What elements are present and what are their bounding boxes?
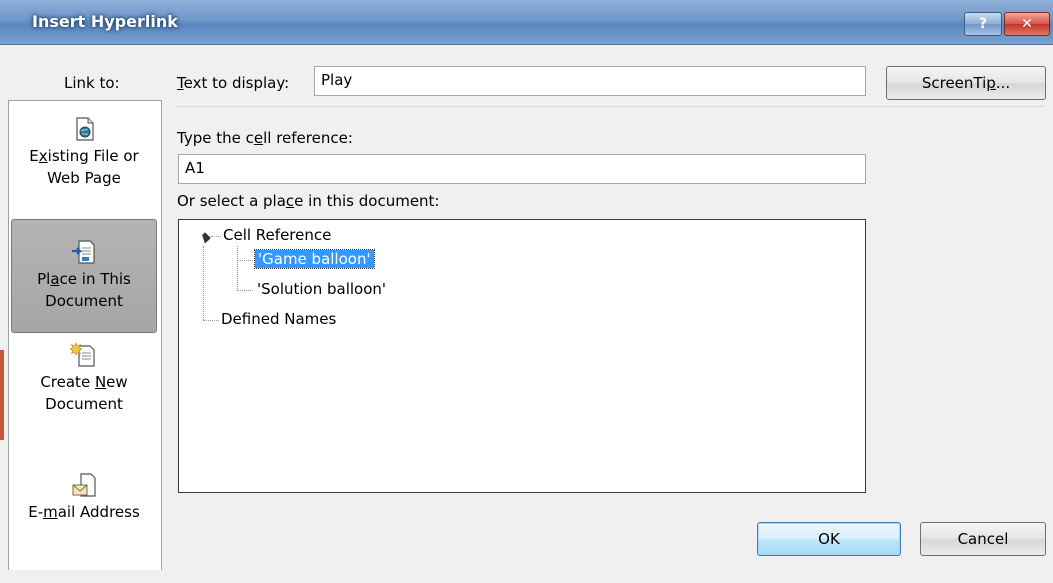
collapse-arrow-icon[interactable]	[199, 232, 211, 244]
place-label-line2: Document	[45, 292, 123, 310]
place-existing-file[interactable]: Existing File or Web Page	[11, 115, 157, 227]
globe-file-icon	[76, 117, 94, 141]
place-label: Place in This	[37, 270, 131, 288]
tree-item-solution-balloon[interactable]: 'Solution balloon'	[257, 280, 386, 298]
tree-connector	[203, 246, 204, 320]
place-label: Create New	[40, 373, 128, 391]
window-title: Insert Hyperlink	[32, 12, 178, 31]
document-place-icon	[72, 240, 95, 264]
cell-reference-input[interactable]: A1	[178, 154, 866, 184]
tree-connector	[237, 290, 253, 291]
cancel-button[interactable]: Cancel	[920, 522, 1046, 556]
email-icon	[72, 473, 96, 497]
place-label: Existing File or	[29, 147, 139, 165]
link-to-label: Link to:	[64, 74, 120, 92]
tree-item-defined-names[interactable]: Defined Names	[221, 310, 336, 328]
place-label-line2: Document	[45, 395, 123, 413]
place-tree[interactable]: Cell Reference 'Game balloon' 'Solution …	[178, 219, 866, 493]
link-to-places: Existing File or Web Page Place in This …	[8, 100, 162, 570]
help-button[interactable]: ?	[964, 12, 1002, 36]
close-button[interactable]: ✕	[1004, 12, 1050, 36]
place-email-address[interactable]: E-mail Address	[11, 471, 157, 583]
place-create-new-document[interactable]: Create New Document	[11, 341, 157, 453]
tree-connector	[203, 320, 219, 321]
ok-button[interactable]: OK	[757, 522, 901, 556]
new-document-icon	[70, 342, 95, 367]
tree-connector	[211, 236, 221, 237]
separator	[176, 106, 1045, 107]
select-place-label: Or select a place in this document:	[177, 192, 440, 210]
title-bar: Insert Hyperlink ? ✕	[0, 0, 1053, 45]
tree-item-game-balloon[interactable]: 'Game balloon'	[254, 249, 375, 269]
tree-connector	[237, 246, 238, 291]
tree-item-cell-reference[interactable]: Cell Reference	[223, 226, 331, 244]
place-label-line2: Web Page	[47, 169, 121, 187]
window-edge-accent	[0, 350, 4, 440]
place-in-this-document[interactable]: Place in This Document	[11, 219, 157, 333]
place-label: E-mail Address	[28, 503, 140, 521]
text-to-display-input[interactable]: Play	[314, 66, 866, 96]
tree-connector	[237, 260, 253, 261]
cell-reference-label: Type the cell reference:	[177, 129, 353, 147]
text-to-display-label: Text to display:	[177, 74, 290, 92]
screentip-button[interactable]: ScreenTi p...	[886, 66, 1046, 100]
